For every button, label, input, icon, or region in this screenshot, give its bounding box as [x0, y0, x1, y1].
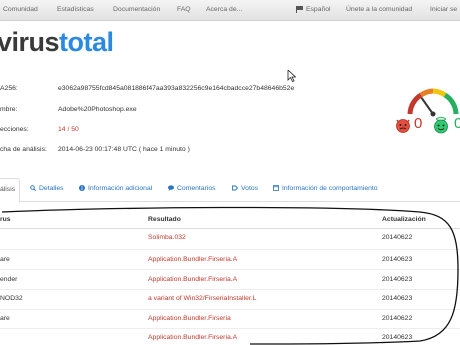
- detection-result: Solimba.032: [148, 234, 186, 241]
- analysis-tabs: álisis Detalles Información adicional Co…: [0, 178, 460, 203]
- update-date: 20140622: [382, 234, 413, 241]
- nav-join[interactable]: Únete a la comunidad: [346, 6, 412, 13]
- tab-votos[interactable]: Votos: [232, 178, 258, 202]
- comment-icon: [168, 185, 174, 191]
- detection-result: Application.Bundler.Firseria: [148, 315, 231, 322]
- nav-comunidad[interactable]: Comunidad: [3, 6, 38, 13]
- flag-icon: [296, 6, 303, 13]
- tab-informacion-adicional[interactable]: Información adicional: [79, 178, 152, 202]
- sha256-value: e3062a98755fcd845a081886f47aa393a832256c…: [58, 85, 295, 92]
- search-icon: [30, 185, 36, 191]
- devil-icon: [396, 119, 410, 133]
- engine-name: ender: [0, 276, 18, 283]
- row-divider: [0, 289, 460, 290]
- nav-faq[interactable]: FAQ: [177, 6, 191, 13]
- update-date: 20140623: [382, 334, 413, 341]
- row-divider: [0, 269, 460, 270]
- vote-malicious[interactable]: 0: [394, 115, 422, 136]
- nav-documentacion[interactable]: Documentación: [113, 6, 160, 13]
- detection-result: Application.Bundler.Firseria.A: [148, 334, 238, 341]
- filename-label: mbre:: [0, 106, 18, 113]
- community-score-gauge: [407, 88, 459, 117]
- tab-detalles[interactable]: Detalles: [30, 178, 64, 202]
- column-header-update[interactable]: Actualización: [382, 216, 426, 223]
- analysis-date-value: 2014-06-23 00:17:48 UTC ( hace 1 minuto …: [58, 146, 190, 153]
- update-date: 20140623: [382, 295, 413, 302]
- nav-estadisticas[interactable]: Estadísticas: [57, 6, 94, 13]
- update-date: 20140623: [382, 256, 413, 263]
- table-row: ender Application.Bundler.Firseria.A 201…: [0, 276, 460, 295]
- angel-icon: [434, 117, 448, 134]
- virustotal-logo[interactable]: virustotal: [0, 24, 114, 60]
- detection-result: Application.Bundler.Firseria.A: [148, 276, 238, 283]
- engine-name: are: [0, 315, 10, 322]
- gauge-needle: [420, 97, 434, 115]
- table-row: Application.Bundler.Firseria.A 20140623: [0, 334, 460, 345]
- update-date: 20140623: [382, 276, 413, 283]
- mouse-cursor-icon: [287, 70, 296, 82]
- top-navbar: Comunidad Estadísticas Documentación FAQ…: [0, 0, 460, 21]
- sha256-label: A256:: [0, 85, 18, 92]
- table-row: NOD32 a variant of Win32/FirseriaInstall…: [0, 295, 460, 314]
- table-row: are Application.Bundler.Firseria.A 20140…: [0, 256, 460, 275]
- table-header-divider: [0, 228, 460, 229]
- tab-analisis[interactable]: álisis: [0, 178, 20, 203]
- language-selector[interactable]: Español: [296, 6, 331, 13]
- update-date: 20140622: [382, 315, 413, 322]
- analysis-date-label: cha de análisis:: [0, 146, 47, 153]
- table-row: Solimba.032 20140622: [0, 234, 460, 253]
- nav-acerca[interactable]: Acerca de...: [206, 6, 242, 13]
- engine-name: NOD32: [0, 295, 23, 302]
- row-divider: [0, 249, 460, 250]
- info-icon: [79, 185, 85, 191]
- detection-result: a variant of Win32/FirseriaInstaller.L: [148, 295, 257, 302]
- tab-comportamiento[interactable]: Información de comportamiento: [273, 178, 378, 202]
- language-label: Español: [306, 6, 331, 13]
- detection-ratio-label: ecciones:: [0, 126, 29, 133]
- row-divider: [0, 309, 460, 310]
- table-row: are Application.Bundler.Firseria 2014062…: [0, 315, 460, 334]
- window-icon: [273, 185, 279, 191]
- detection-result: Application.Bundler.Firseria.A: [148, 256, 238, 263]
- column-header-antivirus[interactable]: rus: [0, 216, 11, 223]
- nav-signin[interactable]: Iniciar se: [430, 6, 457, 13]
- vote-harmless-count: 0: [454, 115, 460, 132]
- row-divider: [0, 328, 460, 329]
- vote-harmless[interactable]: 0: [432, 115, 460, 136]
- tab-comentarios[interactable]: Comentarios: [168, 178, 216, 202]
- column-header-result[interactable]: Resultado: [148, 216, 181, 223]
- vote-malicious-count: 0: [414, 115, 423, 132]
- vote-icon: [232, 185, 238, 191]
- engine-name: are: [0, 256, 10, 263]
- detection-ratio-value: 14 / 50: [58, 126, 79, 133]
- filename-value: Adobe%20Photoshop.exe: [58, 106, 137, 113]
